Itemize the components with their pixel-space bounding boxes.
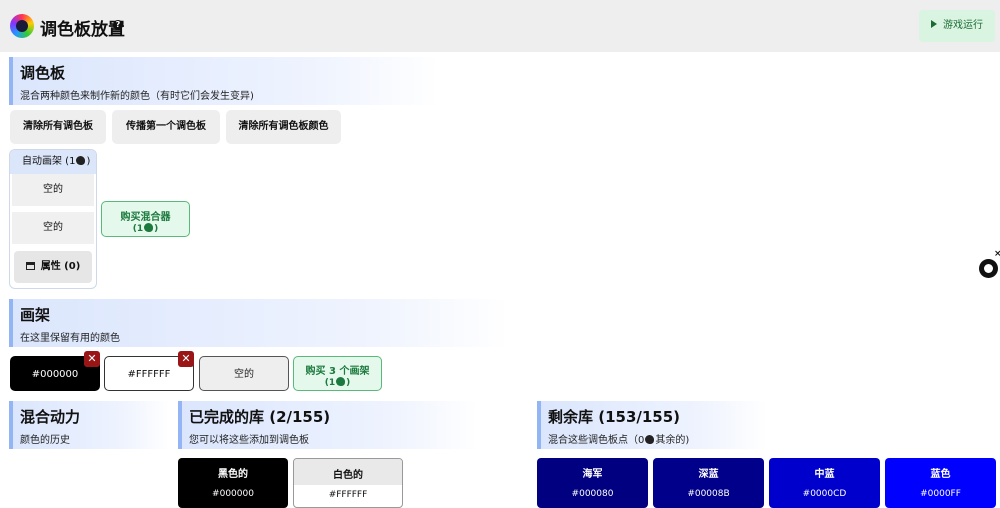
- completed-section-subtitle: 您可以将这些添加到调色板: [189, 435, 309, 446]
- color-card-name: 蓝色: [930, 469, 951, 480]
- buy-easels-cost: (1): [294, 377, 381, 388]
- completed-section-title: 已完成的库 (2/155): [189, 408, 331, 426]
- color-card-hex: #FFFFFF: [328, 490, 368, 500]
- palette-section-subtitle: 混合两种颜色来制作新的颜色（有时它们会发生变异): [20, 91, 254, 102]
- buy-easels-cost-suffix: ): [346, 378, 351, 388]
- auto-easel-slot[interactable]: 空的: [12, 174, 94, 206]
- buy-mixer-cost-prefix: (1: [132, 224, 144, 234]
- color-card-hex: #0000CD: [802, 489, 847, 499]
- color-card-name: 中蓝: [814, 469, 835, 480]
- buy-easels-button[interactable]: 购买 3 个画架 (1): [293, 356, 382, 391]
- color-card-hex: #000000: [212, 489, 254, 499]
- clear-all-palettes-button[interactable]: 清除所有调色板: [10, 110, 106, 144]
- buy-easels-label: 购买 3 个画架: [305, 366, 370, 377]
- color-card-hex: #00008B: [687, 489, 730, 499]
- palette-icon: [76, 156, 86, 165]
- momentum-section-header: 混合动力 颜色的历史: [9, 401, 169, 449]
- app-title: 调色板放置: [40, 20, 125, 40]
- top-bar: 调色板放置 ? 游戏运行: [0, 0, 1000, 52]
- buy-mixer-cost-suffix: ): [154, 224, 159, 234]
- color-card-name: 海军: [582, 469, 603, 480]
- auto-easel-label: 自动画架 (1: [22, 156, 76, 167]
- clear-all-palette-colors-button[interactable]: 清除所有调色板颜色: [226, 110, 341, 144]
- palette-icon: [144, 223, 154, 232]
- properties-icon: [25, 262, 35, 270]
- easel-section-header: 画架 在这里保留有用的颜色: [9, 299, 509, 347]
- remaining-subtitle-suffix: 其余的): [655, 435, 690, 446]
- color-card-name: 黑色的: [218, 469, 248, 480]
- buy-mixer-label: 购买混合器: [120, 212, 171, 223]
- easel-swatch[interactable]: 空的: [199, 356, 289, 391]
- remove-swatch-button[interactable]: ✕: [178, 351, 194, 367]
- run-game-button[interactable]: 游戏运行: [919, 10, 995, 42]
- properties-button[interactable]: 属性 (0): [14, 251, 92, 283]
- completed-section-header: 已完成的库 (2/155) 您可以将这些添加到调色板: [178, 401, 478, 449]
- color-card-name: 深蓝: [698, 469, 719, 480]
- feedback-icon[interactable]: [979, 259, 998, 278]
- help-icon[interactable]: ?: [113, 20, 123, 30]
- auto-easel-slot[interactable]: 空的: [12, 212, 94, 244]
- easel-section-subtitle: 在这里保留有用的颜色: [20, 333, 120, 344]
- buy-mixer-cost: (1): [102, 223, 189, 234]
- palette-section-header: 调色板 混合两种颜色来制作新的颜色（有时它们会发生变异): [9, 57, 439, 105]
- palette-icon: [645, 435, 655, 444]
- run-game-label: 游戏运行: [943, 20, 983, 31]
- side-widget-close-button[interactable]: ×: [994, 249, 1000, 259]
- buy-mixer-button[interactable]: 购买混合器 (1): [101, 201, 190, 237]
- remaining-section-header: 剩余库 (153/155) 混合这些调色板点（0 其余的): [537, 401, 767, 449]
- color-card-hex: #000080: [571, 489, 614, 499]
- palette-section-title: 调色板: [20, 64, 66, 82]
- remove-swatch-button[interactable]: ✕: [84, 351, 100, 367]
- properties-label: 属性 (0): [40, 261, 81, 272]
- remaining-subtitle-prefix: 混合这些调色板点（0: [548, 435, 645, 446]
- auto-easel-header: 自动画架 (1): [10, 150, 96, 174]
- remaining-section-subtitle: 混合这些调色板点（0 其余的): [548, 431, 689, 446]
- color-card-hex: #0000FF: [920, 489, 961, 499]
- app-logo-icon: [10, 14, 34, 38]
- auto-easel-label-end: ): [86, 156, 91, 167]
- momentum-section-title: 混合动力: [20, 408, 81, 426]
- spread-first-palette-button[interactable]: 传播第一个调色板: [112, 110, 220, 144]
- remaining-section-title: 剩余库 (153/155): [548, 408, 681, 426]
- color-card-name: 白色的: [333, 470, 363, 481]
- easel-section-title: 画架: [20, 306, 51, 324]
- play-icon: [931, 20, 937, 28]
- palette-icon: [336, 377, 346, 386]
- momentum-section-subtitle: 颜色的历史: [20, 435, 70, 446]
- auto-easel-panel: 自动画架 (1) 空的 空的 属性 (0): [9, 149, 97, 289]
- buy-easels-cost-prefix: (1: [324, 378, 336, 388]
